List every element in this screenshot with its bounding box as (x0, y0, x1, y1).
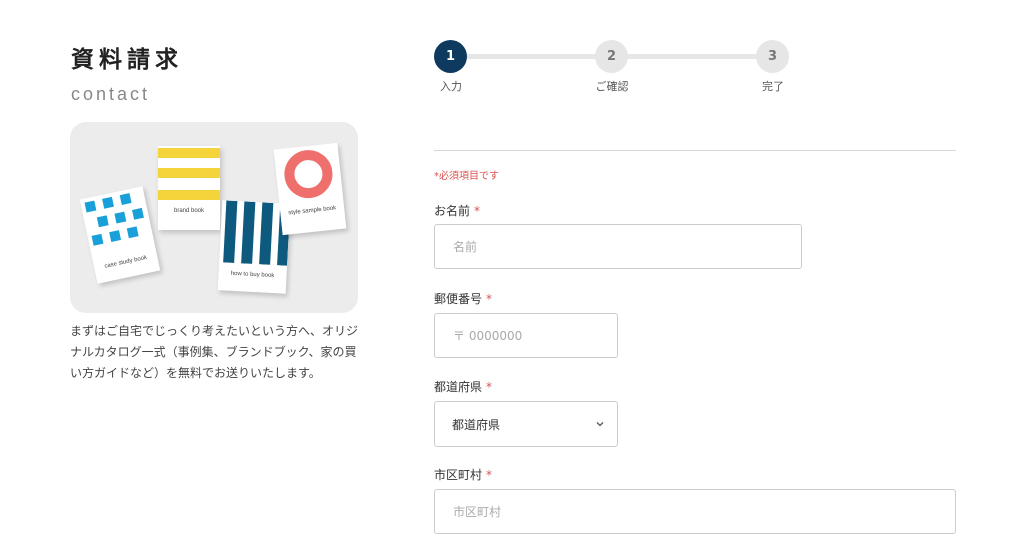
prefecture-label: 都道府県 * (434, 378, 492, 395)
style-sample-book: style sample book (273, 142, 347, 236)
city-input[interactable] (434, 489, 956, 534)
prefecture-select[interactable]: 都道府県 (434, 401, 618, 447)
step-1-circle: 1 (434, 40, 467, 73)
book-caption: brand book (173, 208, 205, 214)
postal-code-label: 郵便番号 * (434, 290, 492, 307)
required-mark: * (486, 380, 493, 394)
required-mark: * (486, 292, 493, 306)
lead-text: まずはご自宅でじっくり考えたいという方へ、オリジナルカタログ一式（事例集、ブラン… (70, 324, 359, 380)
step-number: 1 (445, 49, 456, 64)
city-label: 市区町村 * (434, 466, 492, 483)
postal-code-label-text: 郵便番号 (434, 292, 483, 306)
blue-squares-pattern (84, 193, 144, 246)
step-3-circle: 3 (756, 40, 789, 73)
divider (434, 150, 956, 151)
name-input[interactable] (434, 224, 802, 269)
yellow-stripes-pattern (158, 148, 220, 200)
case-study-book: case study book (79, 186, 161, 284)
brand-book: brand book (158, 146, 220, 230)
step-3-label: 完了 (762, 80, 784, 93)
step-number: 2 (606, 49, 617, 64)
required-mark: * (474, 204, 481, 218)
red-ring-pattern (284, 150, 333, 199)
catalog-image: case study book brand book how to buy bo… (70, 122, 358, 313)
how-to-buy-book: how to buy book (217, 200, 291, 294)
city-label-text: 市区町村 (434, 468, 483, 482)
postal-code-input[interactable] (434, 313, 618, 358)
prefecture-label-text: 都道府県 (434, 380, 483, 394)
step-2-circle: 2 (595, 40, 628, 73)
step-number: 3 (767, 49, 778, 64)
step-2-label: ご確認 (595, 80, 629, 93)
step-1-label: 入力 (440, 80, 462, 93)
page-title: 資料請求 (71, 47, 183, 73)
name-label: お名前 * (434, 202, 480, 219)
required-note: *必須項目です (434, 171, 499, 182)
prefecture-select-value: 都道府県 (452, 418, 501, 432)
page-subtitle: contact (71, 84, 151, 104)
chevron-down-icon (596, 422, 604, 427)
required-mark: * (486, 468, 493, 482)
name-label-text: お名前 (434, 204, 471, 218)
book-caption: how to buy book (230, 270, 275, 280)
